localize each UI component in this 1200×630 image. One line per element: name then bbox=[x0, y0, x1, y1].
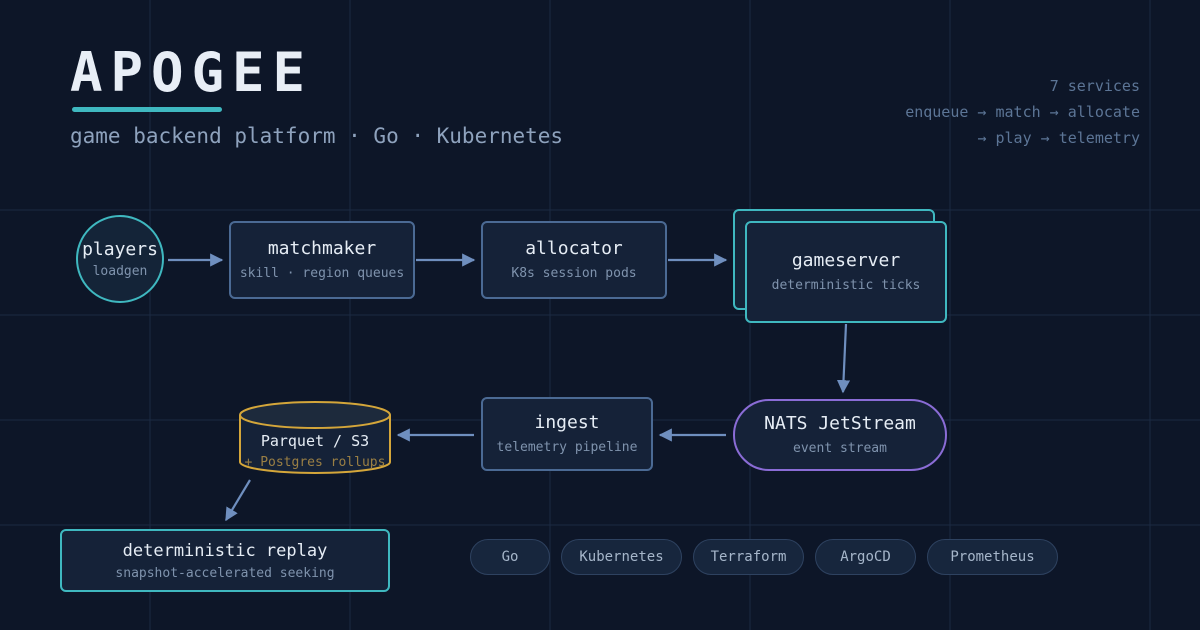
players-subtitle: loadgen bbox=[92, 263, 148, 279]
matchmaker-title: matchmaker bbox=[267, 238, 377, 259]
tag-go: Go bbox=[470, 539, 550, 575]
gameserver-title: gameserver bbox=[791, 250, 901, 271]
nats-subtitle: event stream bbox=[793, 441, 887, 456]
storage-title: Parquet / S3 bbox=[260, 432, 370, 450]
gameserver-subtitle: deterministic ticks bbox=[771, 278, 921, 293]
flow-summary-line-1: enqueue → match → allocate bbox=[905, 103, 1140, 121]
storage-subtitle: + Postgres rollups bbox=[244, 455, 386, 470]
replay-title: deterministic replay bbox=[122, 540, 328, 561]
allocator-title: allocator bbox=[525, 238, 623, 259]
title-underline bbox=[72, 107, 222, 112]
ingest-subtitle: telemetry pipeline bbox=[496, 440, 638, 455]
nats-jetstream-node: NATS JetStream event stream bbox=[733, 399, 947, 471]
allocator-node: allocator K8s session pods bbox=[481, 221, 667, 299]
flow-summary-line-2: → play → telemetry bbox=[977, 129, 1140, 147]
replay-subtitle: snapshot-accelerated seeking bbox=[115, 565, 335, 581]
tag-kubernetes: Kubernetes bbox=[561, 539, 682, 575]
arrow-storage-replay bbox=[225, 479, 251, 522]
page-subtitle: game backend platform · Go · Kubernetes bbox=[70, 124, 564, 148]
replay-node: deterministic replay snapshot-accelerate… bbox=[60, 529, 390, 592]
tag-prometheus: Prometheus bbox=[927, 539, 1058, 575]
matchmaker-node: matchmaker skill · region queues bbox=[229, 221, 415, 299]
page-title: APOGEE bbox=[70, 41, 314, 104]
matchmaker-subtitle: skill · region queues bbox=[239, 266, 405, 281]
arrow-gameserver-nats bbox=[836, 323, 851, 394]
ingest-node: ingest telemetry pipeline bbox=[481, 397, 653, 471]
tag-argocd: ArgoCD bbox=[815, 539, 916, 575]
players-title: players bbox=[82, 238, 158, 260]
ingest-title: ingest bbox=[534, 412, 600, 433]
service-count: 7 services bbox=[1049, 77, 1140, 95]
tag-terraform: Terraform bbox=[693, 539, 804, 575]
nats-title: NATS JetStream bbox=[764, 413, 916, 434]
players-node: players loadgen bbox=[76, 215, 164, 303]
allocator-subtitle: K8s session pods bbox=[511, 266, 637, 281]
gameserver-node: gameserver deterministic ticks bbox=[745, 221, 947, 323]
